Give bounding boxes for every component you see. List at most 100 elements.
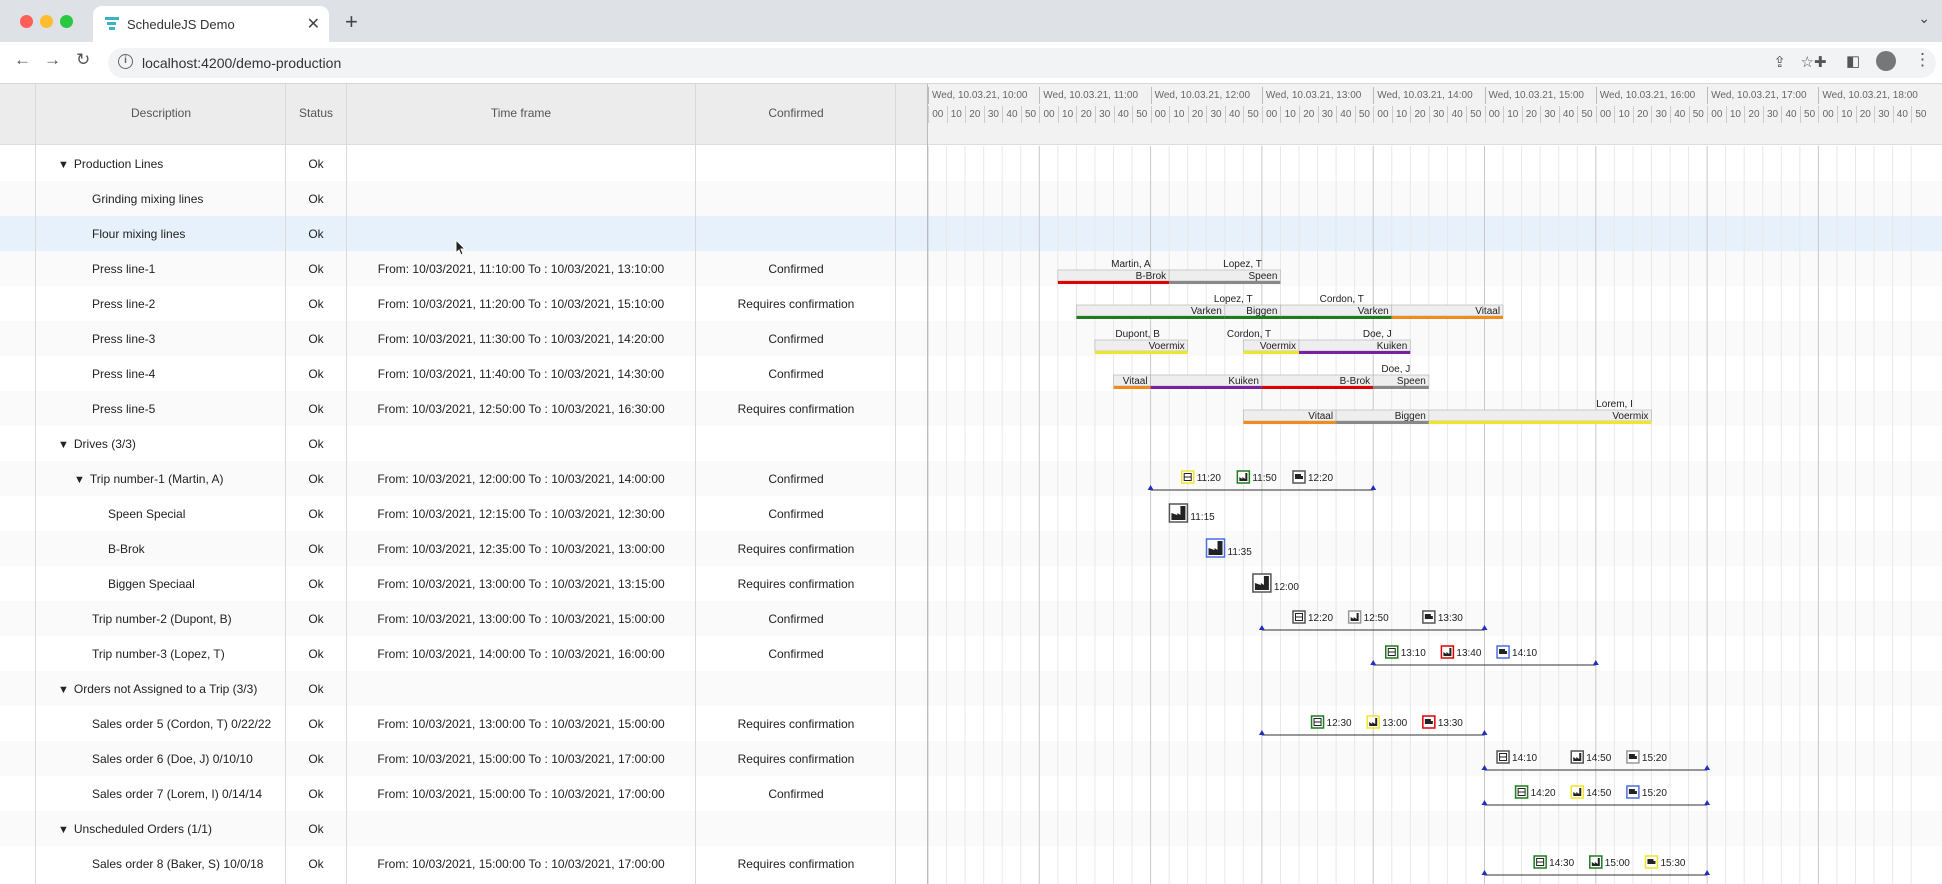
bar-label: Vitaal [1123,376,1148,387]
cell-description: Trip number-2 (Dupont, B) [92,612,232,626]
gantt-row-bg [928,671,1942,706]
description-text: Press line-1 [92,262,156,276]
cell-status: Ok [308,262,324,276]
box-icon [1180,470,1195,484]
bar-owner-label: Doe, J [1363,329,1392,340]
cell-confirmed: Requires confirmation [737,857,855,871]
description-text: Speen Special [108,507,186,521]
bar-owner-label: Lorem, I [1596,399,1633,410]
new-tab-button[interactable]: + [345,9,358,35]
profile-avatar[interactable] [1876,51,1896,71]
close-window-button[interactable] [20,15,33,28]
browser-tab[interactable]: ScheduleJS Demo ✕ [93,6,329,42]
bar-owner-label: Cordon, T [1227,329,1271,340]
cell-description: Sales order 5 (Cordon, T) 0/22/22 [92,717,271,731]
bar-label: Kuiken [1377,341,1408,352]
reload-icon[interactable]: ↻ [76,50,90,70]
cell-description: Speen Special [108,507,185,521]
factory-icon [1570,750,1584,764]
cell-timeframe: From: 10/03/2021, 13:00:00 To : 10/03/20… [377,717,665,731]
column-header-description[interactable]: Description [36,106,286,120]
cell-description: ▼ Trip number-1 (Martin, A) [74,472,223,486]
cell-timeframe: From: 10/03/2021, 15:00:00 To : 10/03/20… [377,752,665,766]
gantt-row-bg [928,356,1942,391]
share-icon[interactable]: ⇪ [1773,53,1786,71]
tab-title: ScheduleJS Demo [127,17,235,32]
icon-time-label: 14:10 [1512,753,1537,764]
gantt-row-bg [928,636,1942,671]
icon-time-label: 13:40 [1456,648,1481,659]
expand-toggle-icon[interactable]: ▼ [58,824,69,836]
cell-description: ▼ Drives (3/3) [58,437,136,451]
factory-icon [1168,503,1189,523]
expand-toggle-icon[interactable]: ▼ [58,159,69,171]
forward-icon[interactable]: → [44,50,61,70]
cell-confirmed: Requires confirmation [737,717,855,731]
cell-confirmed: Requires confirmation [737,752,855,766]
icon-time-label: 12:20 [1308,473,1333,484]
description-text: Orders not Assigned to a Trip (3/3) [73,682,258,696]
description-text: Unscheduled Orders (1/1) [73,822,212,836]
cell-description: Sales order 7 (Lorem, I) 0/14/14 [92,787,262,801]
icon-time-label: 12:30 [1327,718,1352,729]
description-text: Drives (3/3) [73,437,136,451]
icon-frame [1347,610,1362,624]
browser-menu-icon[interactable]: ⋮ [1914,50,1931,70]
cell-status: Ok [308,157,324,171]
site-info-icon[interactable]: i [118,54,133,69]
factory-icon [1205,538,1226,558]
description-text: Trip number-3 (Lopez, T) [92,647,225,661]
gantt-row-bg [928,741,1942,776]
icon-time-label: 11:35 [1228,547,1253,558]
cell-confirmed: Confirmed [768,367,824,381]
expand-toggle-icon[interactable]: ▼ [58,439,69,451]
truck-icon [1292,470,1306,484]
bar-label: Voermix [1149,341,1185,352]
box-icon [1514,785,1529,799]
tab-close-icon[interactable]: ✕ [307,14,320,34]
bar-label: Biggen [1395,411,1426,422]
cell-status: Ok [308,542,324,556]
box-icon [1496,750,1510,764]
browser-toolbar: ← → ↻ i localhost:4200/demo-production ⇪… [0,42,1942,84]
description-text: B-Brok [108,542,145,556]
cell-description: Press line-5 [92,402,155,416]
gantt-row-bg [928,146,1942,181]
truck-cab [1651,861,1656,864]
minimize-window-button[interactable] [40,15,53,28]
cell-status: Ok [308,437,324,451]
side-panel-icon[interactable]: ◧ [1846,52,1860,70]
cell-description: Press line-1 [92,262,155,276]
app-content: Description Status Time frame Confirmed … [0,84,1942,884]
cell-status: Ok [308,472,324,486]
cell-status: Ok [308,682,324,696]
cell-timeframe: From: 10/03/2021, 12:15:00 To : 10/03/20… [377,507,665,521]
icon-time-label: 12:20 [1308,613,1333,624]
cell-timeframe: From: 10/03/2021, 11:40:00 To : 10/03/20… [377,367,665,381]
column-header-confirmed[interactable]: Confirmed [696,106,896,120]
icon-frame [1570,750,1584,764]
cell-confirmed: Confirmed [768,332,824,346]
cell-status: Ok [308,752,324,766]
truck-cab [1632,791,1637,794]
tab-search-icon[interactable]: ⌄ [1918,10,1930,27]
expand-toggle-icon[interactable]: ▼ [74,474,85,486]
gantt-row-bg [928,776,1942,811]
description-text: Flour mixing lines [92,227,186,241]
address-bar[interactable]: i localhost:4200/demo-production ⇪ ☆ [108,48,1936,78]
bookmark-star-icon[interactable]: ☆ [1801,53,1814,71]
truck-icon [1496,645,1510,659]
cell-confirmed: Confirmed [768,612,824,626]
back-icon[interactable]: ← [14,50,31,70]
column-header-timeframe[interactable]: Time frame [346,106,696,120]
cell-confirmed: Requires confirmation [737,402,855,416]
cell-description: B-Brok [108,542,145,556]
column-header-status[interactable]: Status [286,106,346,120]
maximize-window-button[interactable] [60,15,73,28]
extensions-icon[interactable]: ✚ [1814,53,1827,71]
icon-time-label: 15:20 [1642,788,1667,799]
browser-chrome: ScheduleJS Demo ✕ + ⌄ ← → ↻ i localhost:… [0,0,1942,84]
cell-status: Ok [308,717,324,731]
expand-toggle-icon[interactable]: ▼ [58,684,69,696]
cell-timeframe: From: 10/03/2021, 12:35:00 To : 10/03/20… [377,542,665,556]
